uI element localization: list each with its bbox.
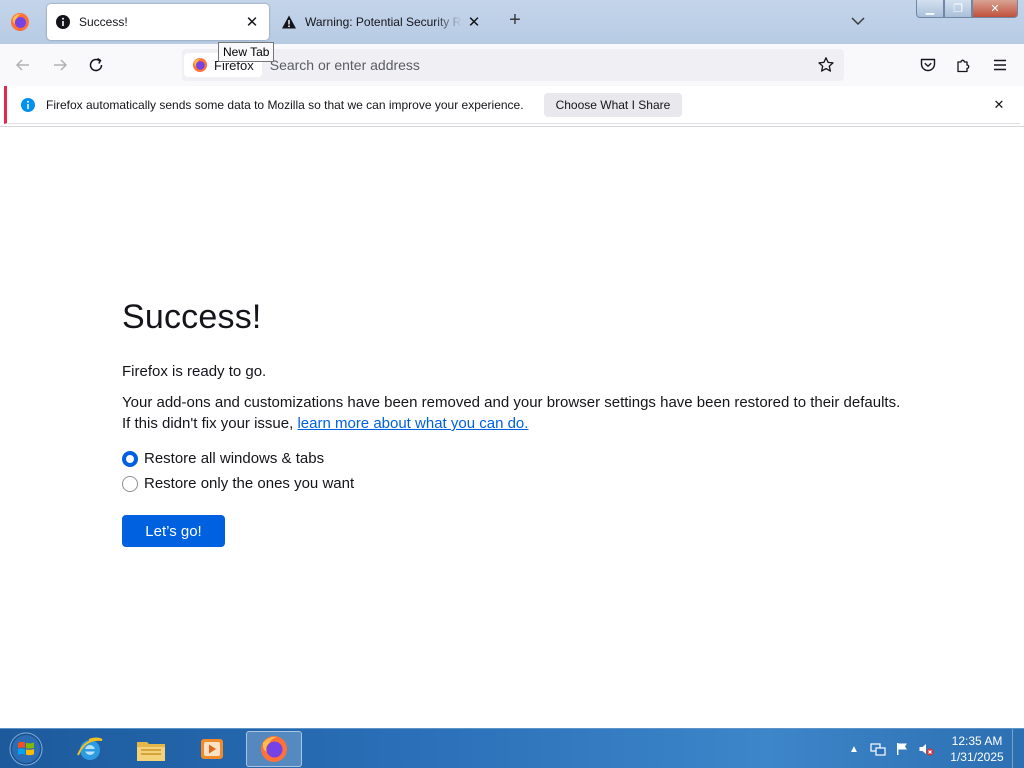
tab-strip: Success! ✕ Warning: Potential Security R…: [0, 0, 1024, 44]
firefox-taskbar-item[interactable]: [246, 731, 302, 767]
restore-options: Restore all windows & tabs Restore only …: [122, 446, 922, 496]
show-hidden-icons-icon[interactable]: ▲: [846, 741, 862, 757]
firefox-logo-icon[interactable]: [10, 12, 30, 32]
tab-success[interactable]: Success! ✕: [47, 4, 269, 40]
learn-more-link[interactable]: learn more about what you can do.: [297, 415, 528, 432]
clock[interactable]: 12:35 AM 1/31/2025: [942, 733, 1012, 765]
tab-title: Warning: Potential Security Risk Ahead: [305, 15, 462, 29]
start-button[interactable]: [6, 731, 46, 767]
new-tab-tooltip: New Tab: [218, 42, 275, 62]
main-content: Success! Firefox is ready to go. Your ad…: [122, 298, 922, 547]
reload-button[interactable]: [84, 53, 108, 77]
lets-go-button[interactable]: Let’s go!: [122, 515, 225, 547]
extensions-button[interactable]: [952, 53, 976, 77]
network-icon[interactable]: [870, 741, 886, 757]
show-desktop-button[interactable]: [1012, 729, 1024, 768]
internet-explorer-taskbar-item[interactable]: [62, 731, 118, 767]
media-player-icon: [201, 739, 223, 759]
page-title: Success!: [122, 298, 262, 336]
forward-arrow-icon: [54, 59, 68, 71]
description: Your add-ons and customizations have bee…: [122, 392, 922, 434]
close-notification-icon[interactable]: ✕: [990, 96, 1008, 114]
radio-button-checked[interactable]: [122, 450, 138, 467]
option-label: Restore only the ones you want: [144, 475, 355, 492]
action-center-flag-icon[interactable]: [894, 741, 910, 757]
description-text: Your add-ons and customizations have bee…: [122, 394, 901, 411]
back-arrow-icon: [15, 59, 29, 71]
window-controls: ▁ ❐ ✕: [916, 0, 1018, 18]
radio-button-unchecked[interactable]: [122, 475, 138, 492]
media-player-taskbar-item[interactable]: [184, 731, 240, 767]
forward-button[interactable]: [48, 53, 72, 77]
firefox-icon: [261, 736, 287, 762]
clock-time: 12:35 AM: [951, 734, 1003, 748]
close-window-button[interactable]: ✕: [972, 0, 1018, 18]
puzzle-piece-icon: [957, 59, 970, 73]
data-reporting-notification: Firefox automatically sends some data to…: [4, 86, 1020, 124]
close-tab-icon[interactable]: ✕: [240, 10, 264, 34]
choose-what-i-share-button[interactable]: Choose What I Share: [543, 92, 683, 117]
navigation-toolbar: Firefox: [0, 44, 1024, 86]
windows-start-icon: [9, 732, 43, 766]
address-bar[interactable]: Firefox: [182, 49, 844, 81]
notification-message: Firefox automatically sends some data to…: [46, 97, 524, 112]
star-icon: [818, 57, 834, 72]
tab-security-warning[interactable]: Warning: Potential Security Risk Ahead ✕: [273, 4, 491, 40]
app-menu-button[interactable]: [988, 53, 1012, 77]
hamburger-menu-icon: [994, 59, 1006, 71]
restore-all-option[interactable]: Restore all windows & tabs: [122, 446, 922, 471]
option-label: Restore all windows & tabs: [144, 450, 325, 467]
restore-button[interactable]: ❐: [944, 0, 972, 18]
new-tab-button[interactable]: +: [503, 9, 527, 33]
taskbar: ▲ 12:35 AM 1/31/2025: [0, 728, 1024, 768]
info-icon: [20, 97, 36, 113]
help-prefix: If this didn't fix your issue,: [122, 415, 294, 432]
close-tab-icon[interactable]: ✕: [462, 10, 486, 34]
pocket-button[interactable]: [916, 53, 940, 77]
file-explorer-icon: [137, 742, 165, 761]
minimize-button[interactable]: ▁: [916, 0, 944, 18]
info-icon: [55, 14, 71, 30]
url-input[interactable]: [269, 57, 790, 73]
back-button[interactable]: [11, 53, 35, 77]
tab-title: Success!: [79, 15, 128, 29]
ready-text: Firefox is ready to go.: [122, 363, 267, 380]
content-divider: [0, 126, 1024, 127]
volume-muted-icon[interactable]: [918, 741, 934, 757]
bookmark-star-button[interactable]: [814, 53, 838, 77]
chevron-down-icon: [851, 17, 865, 26]
system-tray: ▲ 12:35 AM 1/31/2025: [846, 729, 1024, 768]
internet-explorer-icon: [77, 737, 103, 760]
file-explorer-taskbar-item[interactable]: [123, 731, 179, 767]
reload-icon: [89, 57, 103, 72]
firefox-logo-icon: [193, 58, 207, 72]
warning-icon: [281, 14, 297, 30]
clock-date: 1/31/2025: [950, 750, 1004, 764]
pocket-icon: [920, 58, 936, 72]
list-all-tabs-button[interactable]: [846, 9, 870, 33]
restore-some-option[interactable]: Restore only the ones you want: [122, 471, 922, 496]
